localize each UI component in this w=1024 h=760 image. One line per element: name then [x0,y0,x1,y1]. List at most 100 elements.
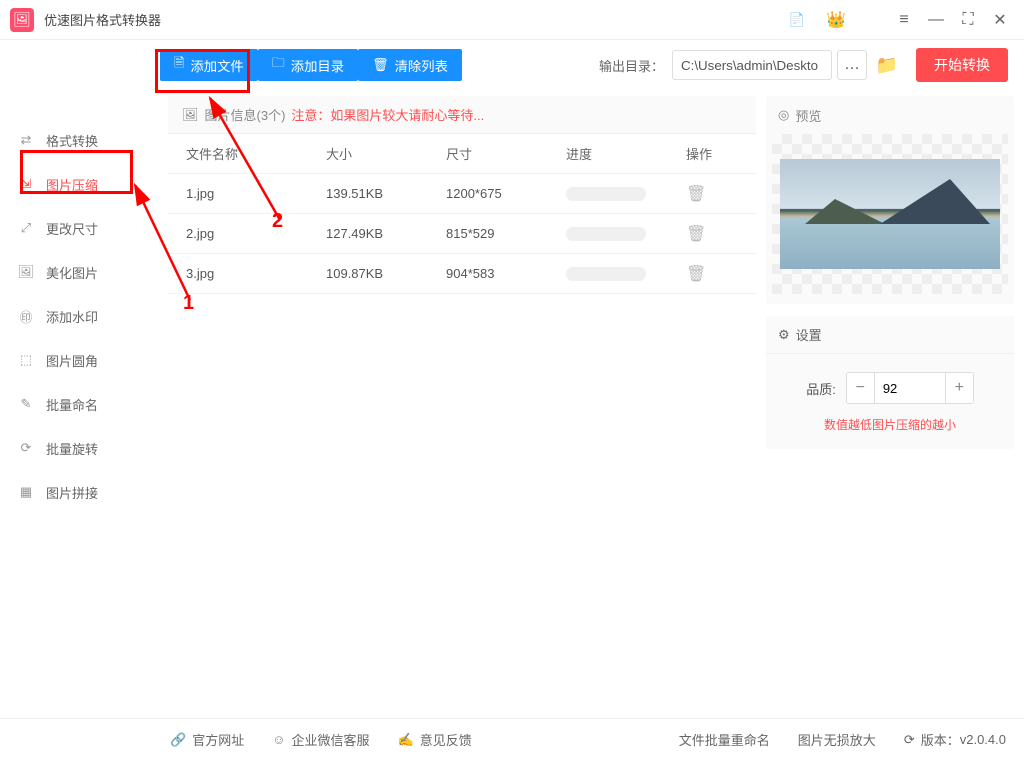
clear-list-label: 清除列表 [395,56,448,75]
quality-label: 品质: [806,379,836,398]
cell-name: 1.jpg [186,186,326,201]
link-icon: 🔗 [170,732,186,748]
preview-box: ◎ 预览 [766,96,1014,304]
add-file-button[interactable]: 🗎添加文件 [160,49,258,81]
footer-fb[interactable]: ✍ 意见反馈 [398,730,472,749]
menu-icon[interactable]: ≡ [890,6,918,34]
preview-image [780,159,1000,269]
file-warning: 注意：如果图片较大请耐心等待... [291,105,484,124]
clear-list-button[interactable]: 🗑 清除列表 [358,49,462,81]
support-icon: ☺ [272,732,285,747]
settings-label: 设置 [796,325,822,344]
sidebar-item-label: 图片压缩 [46,175,98,194]
sidebar-item-label: 格式转换 [46,131,98,150]
vip-icon[interactable]: 👑 [822,6,850,34]
toolbar: 🗎添加文件 🗀 添加目录 🗑 清除列表 输出目录： … 📁 开始转换 [0,40,1024,90]
stamp-icon: ㊞ [16,307,36,326]
cell-dim: 904*583 [446,266,566,281]
add-file-label: 添加文件 [190,56,243,75]
app-logo-icon: 🖼 [10,8,34,32]
add-dir-label: 添加目录 [291,56,344,75]
file-info-label: 图片信息 [205,105,257,124]
browse-button[interactable]: … [837,50,867,80]
rotate-icon: ⟳ [16,440,36,456]
right-panel: ◎ 预览 ⚙ 设置 品质: − + [764,90,1024,718]
resize-icon: ⤢ [16,220,36,236]
edit-icon: ✎ [16,396,36,412]
sidebar-item-beautify[interactable]: 🖼 美化图片 [0,250,160,294]
main-area: ⇄ 格式转换 ⇲图片压缩 ⤢ 更改尺寸 🖼 美化图片 ㊞添加水印 ⬚ 图片圆角 ✎ 批量命… [0,90,1024,718]
maximize-icon[interactable]: ⛶ [954,6,982,34]
cell-dim: 1200*675 [446,186,566,201]
start-convert-button[interactable]: 开始转换 [916,48,1008,82]
sidebar-item-label: 添加水印 [46,307,98,326]
cell-size: 109.87KB [326,266,446,281]
convert-icon: ⇄ [16,132,36,148]
refresh-icon: ⟳ [904,732,915,748]
cell-dim: 815*529 [446,226,566,241]
image-icon: 🖼 [16,264,36,280]
sidebar-item-rename[interactable]: ✎ 批量命名 [0,382,160,426]
folder-open-icon: 🗀 [272,54,285,76]
settings-header: ⚙ 设置 [766,316,1014,354]
gear-icon: ⚙ [778,327,790,343]
footer-label: 意见反馈 [420,730,472,749]
grid-icon: ▦ [16,484,36,500]
close-icon[interactable]: ✕ [986,6,1014,34]
file-panel: 🖼 图片信息 (3个) 注意：如果图片较大请耐心等待... 文件名称 大小 尺寸… [168,96,756,712]
output-dir-group: 输出目录： … 📁 [599,50,902,80]
add-dir-button[interactable]: 🗀 添加目录 [258,49,358,81]
sidebar-item-resize[interactable]: ⤢ 更改尺寸 [0,206,160,250]
footer-label: 图片无损放大 [798,730,876,749]
delete-row-button[interactable]: 🗑 [686,184,706,204]
sidebar-item-label: 图片圆角 [46,351,98,370]
quality-input[interactable] [875,373,945,403]
footer-cs[interactable]: ☺ 企业微信客服 [272,730,369,749]
sidebar-item-label: 批量旋转 [46,439,98,458]
sidebar-item-label: 美化图片 [46,263,98,282]
footer: 🔗官方网址 ☺企业微信客服 ✍意见反馈 文件批量重命名 图片无损放大 ⟳版本：v… [0,718,1024,760]
output-dir-label: 输出目录： [599,56,664,75]
footer-site[interactable]: 🔗官方网址 [170,730,244,749]
preview-label: 预览 [795,106,821,125]
preview-header: ◎ 预览 [766,96,1014,134]
table-row[interactable]: 3.jpg 109.87KB 904*583 🗑 [168,254,756,294]
footer-enlarge[interactable]: 图片无损放大 [798,730,876,749]
minimize-icon[interactable]: — [922,6,950,34]
sidebar-item-stitch[interactable]: ▦ 图片拼接 [0,470,160,514]
delete-row-button[interactable]: 🗑 [686,224,706,244]
file-info-bar: 🖼 图片信息 (3个) 注意：如果图片较大请耐心等待... [168,96,756,134]
sidebar-item-format[interactable]: ⇄ 格式转换 [0,118,160,162]
sidebar-item-label: 更改尺寸 [46,219,98,238]
open-folder-icon[interactable]: 📁 [872,50,902,80]
increase-button[interactable]: + [945,373,973,403]
trash-icon: 🗑 [372,57,389,73]
app-title: 优速图片格式转换器 [44,10,161,29]
version-label: 版本： [921,730,960,749]
sidebar-item-rotate[interactable]: ⟳ 批量旋转 [0,426,160,470]
document-icon[interactable]: 📄 [786,9,808,31]
output-dir-input[interactable] [672,50,832,80]
file-table: 文件名称 大小 尺寸 进度 操作 1.jpg 139.51KB 1200*675… [168,134,756,712]
decrease-button[interactable]: − [847,373,875,403]
footer-label: 企业微信客服 [291,730,369,749]
cell-name: 2.jpg [186,226,326,241]
feedback-icon: ✍ [398,732,414,748]
table-row[interactable]: 2.jpg 127.49KB 815*529 🗑 [168,214,756,254]
sidebar-item-label: 图片拼接 [46,483,98,502]
footer-rename[interactable]: 文件批量重命名 [679,730,770,749]
footer-label: 文件批量重命名 [679,730,770,749]
sidebar-item-watermark[interactable]: ㊞添加水印 [0,294,160,338]
sidebar-item-compress[interactable]: ⇲图片压缩 [0,162,160,206]
cell-size: 127.49KB [326,226,446,241]
delete-row-button[interactable]: 🗑 [686,264,706,284]
sidebar-item-round[interactable]: ⬚ 图片圆角 [0,338,160,382]
table-row[interactable]: 1.jpg 139.51KB 1200*675 🗑 [168,174,756,214]
col-size: 大小 [326,144,446,163]
title-bar: 🖼 优速图片格式转换器 📄 👑 ≡ — ⛶ ✕ [0,0,1024,40]
corners-icon: ⬚ [16,352,36,368]
settings-box: ⚙ 设置 品质: − + 数值越低图片压缩的越小 [766,316,1014,449]
sidebar-item-label: 批量命名 [46,395,98,414]
account-badge[interactable] [860,18,876,22]
version-info[interactable]: ⟳版本：v2.0.4.0 [904,730,1006,749]
